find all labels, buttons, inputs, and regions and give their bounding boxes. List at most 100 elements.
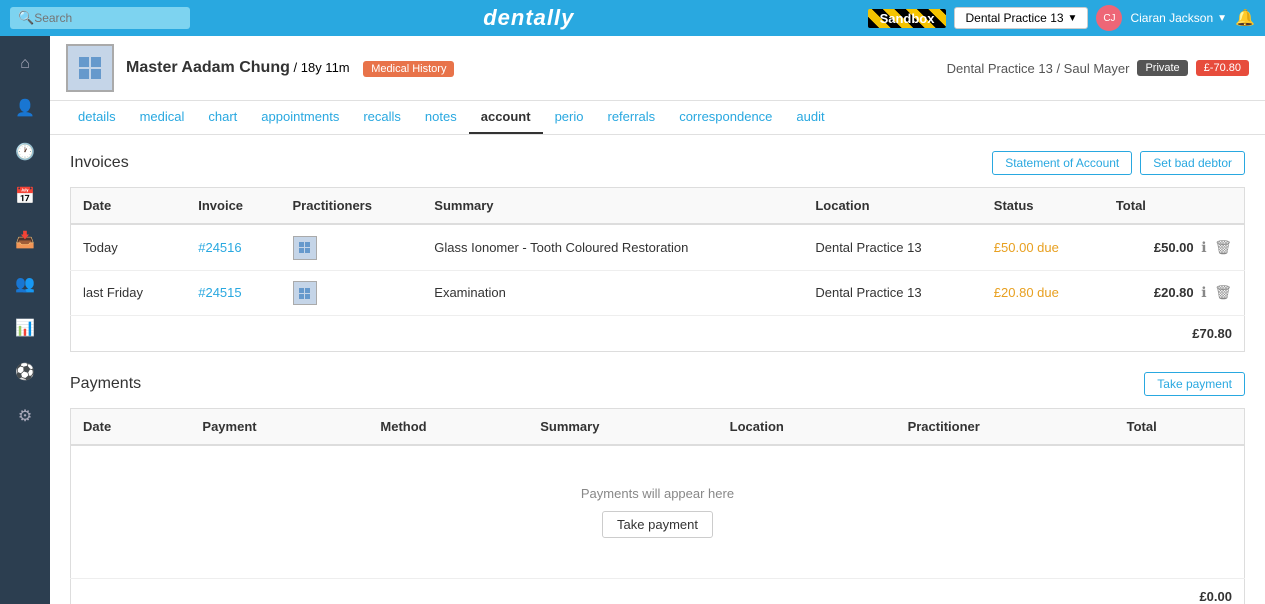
pay-col-payment: Payment bbox=[190, 409, 368, 446]
col-summary: Summary bbox=[422, 188, 803, 225]
tab-medical[interactable]: medical bbox=[128, 101, 197, 134]
col-total: Total bbox=[1104, 188, 1245, 225]
patient-avatar bbox=[66, 44, 114, 92]
invoice-location-0: Dental Practice 13 bbox=[803, 224, 981, 270]
invoice-number-0[interactable]: #24516 bbox=[186, 224, 280, 270]
table-row: Today #24516 Glass Ionomer - Tooth Colou… bbox=[71, 224, 1245, 270]
top-nav-right: Sandbox Dental Practice 13 ▼ CJ Ciaran J… bbox=[868, 5, 1255, 31]
avatar: CJ bbox=[1096, 5, 1122, 31]
user-name-label: Ciaran Jackson bbox=[1130, 11, 1213, 25]
user-chevron-icon: ▼ bbox=[1217, 13, 1227, 24]
invoice-location-1: Dental Practice 13 bbox=[803, 270, 981, 316]
col-location: Location bbox=[803, 188, 981, 225]
patient-info: Master Aadam Chung / 18y 11m Medical His… bbox=[126, 59, 935, 77]
tab-audit[interactable]: audit bbox=[784, 101, 836, 134]
payments-empty-cell: Payments will appear here Take payment bbox=[71, 445, 1245, 579]
invoices-total-row: £70.80 bbox=[71, 316, 1245, 352]
sidebar: ⌂ 👤 🕐 📅 📥 👥 📊 ⚽ ⚙ bbox=[0, 36, 50, 604]
sidebar-item-patients[interactable]: 👤 bbox=[7, 90, 43, 126]
account-content: Invoices Statement of Account Set bad de… bbox=[50, 135, 1265, 604]
sidebar-item-chart[interactable]: 📊 bbox=[7, 310, 43, 346]
col-practitioners: Practitioners bbox=[281, 188, 423, 225]
invoice-status-0: £50.00 due bbox=[982, 224, 1104, 270]
invoice-info-button-1[interactable]: ℹ bbox=[1201, 284, 1206, 301]
invoices-header-row: Date Invoice Practitioners Summary Locat… bbox=[71, 188, 1245, 225]
pay-col-method: Method bbox=[368, 409, 528, 446]
invoice-total-1: £20.80 ℹ 🗑 bbox=[1104, 270, 1245, 316]
col-status: Status bbox=[982, 188, 1104, 225]
medical-history-badge[interactable]: Medical History bbox=[363, 61, 454, 77]
sidebar-item-inbox[interactable]: 📥 bbox=[7, 222, 43, 258]
sandbox-badge: Sandbox bbox=[868, 9, 947, 28]
search-icon: 🔍 bbox=[18, 10, 34, 26]
tab-recalls[interactable]: recalls bbox=[351, 101, 413, 134]
sidebar-item-clock[interactable]: 🕐 bbox=[7, 134, 43, 170]
payments-section-header: Payments Take payment bbox=[70, 372, 1245, 396]
sidebar-item-add-patient[interactable]: 👥 bbox=[7, 266, 43, 302]
tab-chart[interactable]: chart bbox=[196, 101, 249, 134]
table-row: last Friday #24515 Examination Dental Pr… bbox=[71, 270, 1245, 316]
payments-table: Date Payment Method Summary Location Pra… bbox=[70, 408, 1245, 604]
statement-of-account-button[interactable]: Statement of Account bbox=[992, 151, 1132, 175]
tab-account[interactable]: account bbox=[469, 101, 543, 134]
user-menu-button[interactable]: Ciaran Jackson ▼ bbox=[1130, 11, 1227, 25]
invoices-total-label bbox=[71, 316, 1104, 352]
invoices-section-header: Invoices Statement of Account Set bad de… bbox=[70, 151, 1245, 175]
tab-appointments[interactable]: appointments bbox=[249, 101, 351, 134]
balance-badge: £-70.80 bbox=[1196, 60, 1249, 76]
invoice-practitioner-0 bbox=[281, 224, 423, 270]
search-input[interactable] bbox=[34, 11, 174, 25]
take-payment-header-button[interactable]: Take payment bbox=[1144, 372, 1245, 396]
pay-col-summary: Summary bbox=[528, 409, 717, 446]
pay-col-date: Date bbox=[71, 409, 191, 446]
practice-chevron-icon: ▼ bbox=[1068, 13, 1078, 24]
patient-header: Master Aadam Chung / 18y 11m Medical His… bbox=[50, 36, 1265, 101]
sidebar-item-ball[interactable]: ⚽ bbox=[7, 354, 43, 390]
payments-total-row: £0.00 bbox=[71, 579, 1245, 604]
payments-total-label bbox=[71, 579, 1115, 604]
sidebar-item-calendar[interactable]: 📅 bbox=[7, 178, 43, 214]
pay-col-location: Location bbox=[718, 409, 896, 446]
practice-selector[interactable]: Dental Practice 13 ▼ bbox=[954, 7, 1088, 29]
invoice-info-button-0[interactable]: ℹ bbox=[1201, 239, 1206, 256]
invoices-title: Invoices bbox=[70, 154, 129, 172]
payments-title: Payments bbox=[70, 375, 141, 393]
app-logo: dentally bbox=[483, 5, 574, 31]
col-invoice: Invoice bbox=[186, 188, 280, 225]
tab-notes[interactable]: notes bbox=[413, 101, 469, 134]
pay-col-practitioner: Practitioner bbox=[896, 409, 1115, 446]
practice-label: Dental Practice 13 bbox=[965, 11, 1063, 25]
pay-col-total: Total bbox=[1115, 409, 1245, 446]
patient-header-right: Dental Practice 13 / Saul Mayer Private … bbox=[947, 60, 1249, 76]
payments-actions: Take payment bbox=[1144, 372, 1245, 396]
payments-grand-total: £0.00 bbox=[1115, 579, 1245, 604]
invoices-grand-total: £70.80 bbox=[1104, 316, 1245, 352]
practice-dentist-info: Dental Practice 13 / Saul Mayer bbox=[947, 61, 1130, 76]
invoice-number-1[interactable]: #24515 bbox=[186, 270, 280, 316]
tab-referrals[interactable]: referrals bbox=[596, 101, 668, 134]
main-content: Master Aadam Chung / 18y 11m Medical His… bbox=[50, 36, 1265, 604]
invoice-practitioner-1 bbox=[281, 270, 423, 316]
invoice-summary-0: Glass Ionomer - Tooth Coloured Restorati… bbox=[422, 224, 803, 270]
tab-details[interactable]: details bbox=[66, 101, 128, 134]
set-bad-debtor-button[interactable]: Set bad debtor bbox=[1140, 151, 1245, 175]
take-payment-center-button[interactable]: Take payment bbox=[602, 511, 713, 538]
invoice-date-1: last Friday bbox=[71, 270, 187, 316]
nav-tabs: details medical chart appointments recal… bbox=[50, 101, 1265, 135]
invoice-total-0: £50.00 ℹ 🗑 bbox=[1104, 224, 1245, 270]
invoice-summary-1: Examination bbox=[422, 270, 803, 316]
invoice-date-0: Today bbox=[71, 224, 187, 270]
invoice-delete-button-1[interactable]: 🗑 bbox=[1214, 284, 1232, 301]
layout: ⌂ 👤 🕐 📅 📥 👥 📊 ⚽ ⚙ Master Aadam Chung / 1… bbox=[0, 36, 1265, 604]
payments-empty-area: Payments will appear here Take payment bbox=[83, 456, 1232, 568]
tab-perio[interactable]: perio bbox=[543, 101, 596, 134]
payments-empty-message: Payments will appear here bbox=[113, 486, 1202, 501]
sidebar-item-settings[interactable]: ⚙ bbox=[7, 398, 43, 434]
tab-correspondence[interactable]: correspondence bbox=[667, 101, 784, 134]
invoice-delete-button-0[interactable]: 🗑 bbox=[1214, 239, 1232, 256]
notification-bell-icon[interactable]: 🔔 bbox=[1235, 8, 1255, 28]
patient-name: Master Aadam Chung bbox=[126, 59, 290, 76]
private-badge: Private bbox=[1137, 60, 1187, 76]
sidebar-item-home[interactable]: ⌂ bbox=[7, 46, 43, 82]
search-box[interactable]: 🔍 bbox=[10, 7, 190, 29]
